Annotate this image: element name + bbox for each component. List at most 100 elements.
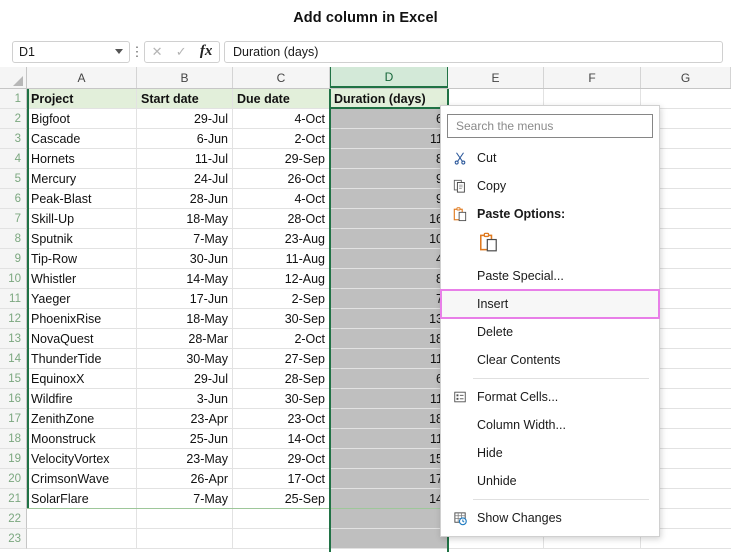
row-header-12[interactable]: 12	[0, 309, 27, 329]
column-header-f[interactable]: F	[544, 67, 641, 88]
cell-B12[interactable]: 18-May	[137, 309, 233, 329]
cell-D5[interactable]: 9	[330, 169, 448, 189]
cell-B7[interactable]: 18-May	[137, 209, 233, 229]
cell-D22[interactable]	[330, 509, 448, 529]
cell-B4[interactable]: 11-Jul	[137, 149, 233, 169]
row-header-23[interactable]: 23	[0, 529, 27, 549]
cell-B9[interactable]: 30-Jun	[137, 249, 233, 269]
menu-item-cut[interactable]: Cut	[441, 144, 659, 172]
cell-A11[interactable]: Yaeger	[27, 289, 137, 309]
cell-B1[interactable]: Start date	[137, 89, 233, 109]
cell-A10[interactable]: Whistler	[27, 269, 137, 289]
cell-C16[interactable]: 30-Sep	[233, 389, 330, 409]
cell-B10[interactable]: 14-May	[137, 269, 233, 289]
cell-B5[interactable]: 24-Jul	[137, 169, 233, 189]
cell-A22[interactable]	[27, 509, 137, 529]
cell-B8[interactable]: 7-May	[137, 229, 233, 249]
cell-D2[interactable]: 6	[330, 109, 448, 129]
column-header-d[interactable]: D	[330, 67, 448, 88]
column-header-e[interactable]: E	[448, 67, 544, 88]
select-all-corner[interactable]	[0, 67, 27, 88]
cell-A21[interactable]: SolarFlare	[27, 489, 137, 509]
row-header-8[interactable]: 8	[0, 229, 27, 249]
cell-C15[interactable]: 28-Sep	[233, 369, 330, 389]
row-header-16[interactable]: 16	[0, 389, 27, 409]
cell-C13[interactable]: 2-Oct	[233, 329, 330, 349]
menu-item-paste-special[interactable]: Paste Special...	[441, 262, 659, 290]
cell-C12[interactable]: 30-Sep	[233, 309, 330, 329]
menu-item-show-changes[interactable]: Show Changes	[441, 504, 659, 532]
row-header-1[interactable]: 1	[0, 89, 27, 109]
cell-C9[interactable]: 11-Aug	[233, 249, 330, 269]
cell-D17[interactable]: 18	[330, 409, 448, 429]
menu-item-copy[interactable]: Copy	[441, 172, 659, 200]
row-header-11[interactable]: 11	[0, 289, 27, 309]
paste-keep-source-icon[interactable]	[479, 232, 498, 258]
cell-D7[interactable]: 16	[330, 209, 448, 229]
kebab-menu-icon[interactable]: ⋮	[130, 47, 144, 57]
cell-D18[interactable]: 11	[330, 429, 448, 449]
cell-D1[interactable]: Duration (days)	[330, 89, 448, 109]
row-header-4[interactable]: 4	[0, 149, 27, 169]
column-header-g[interactable]: G	[641, 67, 731, 88]
formula-input[interactable]: Duration (days)	[224, 41, 723, 63]
cell-D4[interactable]: 8	[330, 149, 448, 169]
cell-D16[interactable]: 11	[330, 389, 448, 409]
row-header-9[interactable]: 9	[0, 249, 27, 269]
cell-A20[interactable]: CrimsonWave	[27, 469, 137, 489]
cell-C11[interactable]: 2-Sep	[233, 289, 330, 309]
row-header-5[interactable]: 5	[0, 169, 27, 189]
cell-D23[interactable]	[330, 529, 448, 549]
cell-A9[interactable]: Tip-Row	[27, 249, 137, 269]
cell-A13[interactable]: NovaQuest	[27, 329, 137, 349]
menu-item-hide[interactable]: Hide	[441, 439, 659, 467]
cell-A17[interactable]: ZenithZone	[27, 409, 137, 429]
cell-B19[interactable]: 23-May	[137, 449, 233, 469]
menu-item-column-width[interactable]: Column Width...	[441, 411, 659, 439]
name-box[interactable]: D1	[12, 41, 130, 63]
cell-A7[interactable]: Skill-Up	[27, 209, 137, 229]
cell-A23[interactable]	[27, 529, 137, 549]
cell-A5[interactable]: Mercury	[27, 169, 137, 189]
cell-C20[interactable]: 17-Oct	[233, 469, 330, 489]
cell-B17[interactable]: 23-Apr	[137, 409, 233, 429]
cell-C10[interactable]: 12-Aug	[233, 269, 330, 289]
cell-C4[interactable]: 29-Sep	[233, 149, 330, 169]
row-header-21[interactable]: 21	[0, 489, 27, 509]
cell-A16[interactable]: Wildfire	[27, 389, 137, 409]
chevron-down-icon[interactable]	[115, 49, 123, 54]
column-header-b[interactable]: B	[137, 67, 233, 88]
cell-D6[interactable]: 9	[330, 189, 448, 209]
cell-D11[interactable]: 7	[330, 289, 448, 309]
cell-C23[interactable]	[233, 529, 330, 549]
cancel-x-icon[interactable]: ✕	[152, 45, 163, 58]
cell-C7[interactable]: 28-Oct	[233, 209, 330, 229]
cell-B3[interactable]: 6-Jun	[137, 129, 233, 149]
cell-C2[interactable]: 4-Oct	[233, 109, 330, 129]
row-header-22[interactable]: 22	[0, 509, 27, 529]
menu-item-insert[interactable]: Insert	[441, 290, 659, 318]
cell-C14[interactable]: 27-Sep	[233, 349, 330, 369]
cell-A14[interactable]: ThunderTide	[27, 349, 137, 369]
cell-D13[interactable]: 18	[330, 329, 448, 349]
cell-B18[interactable]: 25-Jun	[137, 429, 233, 449]
cell-A6[interactable]: Peak-Blast	[27, 189, 137, 209]
menu-item-clear-contents[interactable]: Clear Contents	[441, 346, 659, 374]
menu-item-paste-options[interactable]: Paste Options:	[441, 200, 659, 228]
cell-C5[interactable]: 26-Oct	[233, 169, 330, 189]
row-header-19[interactable]: 19	[0, 449, 27, 469]
cell-B16[interactable]: 3-Jun	[137, 389, 233, 409]
cell-A1[interactable]: Project	[27, 89, 137, 109]
row-header-10[interactable]: 10	[0, 269, 27, 289]
cell-B6[interactable]: 28-Jun	[137, 189, 233, 209]
cell-D19[interactable]: 15	[330, 449, 448, 469]
cell-A15[interactable]: EquinoxX	[27, 369, 137, 389]
fx-icon[interactable]: fx	[200, 44, 213, 59]
cell-A19[interactable]: VelocityVortex	[27, 449, 137, 469]
cell-D20[interactable]: 17	[330, 469, 448, 489]
row-header-7[interactable]: 7	[0, 209, 27, 229]
row-header-6[interactable]: 6	[0, 189, 27, 209]
cell-D15[interactable]: 6	[330, 369, 448, 389]
menu-item-delete[interactable]: Delete	[441, 318, 659, 346]
row-header-20[interactable]: 20	[0, 469, 27, 489]
